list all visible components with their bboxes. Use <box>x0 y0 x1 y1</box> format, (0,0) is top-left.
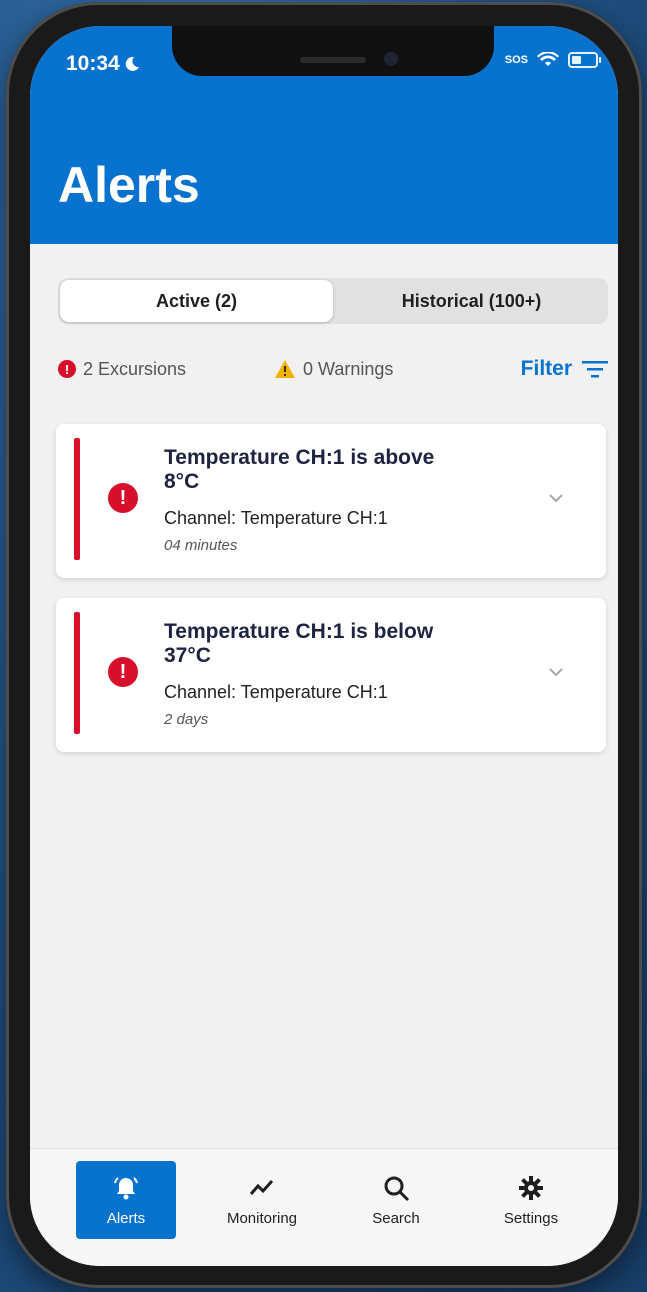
tab-historical[interactable]: Historical (100+) <box>335 278 608 324</box>
alert-tabs: Active (2) Historical (100+) <box>58 278 608 324</box>
gear-icon <box>519 1175 543 1200</box>
alert-card[interactable]: ! Temperature CH:1 is above 8°C Channel:… <box>56 424 606 578</box>
bell-icon <box>114 1176 138 1199</box>
battery-icon <box>568 52 601 68</box>
sos-indicator: SOS <box>504 54 528 66</box>
nav-search-label: Search <box>372 1209 420 1227</box>
nav-settings[interactable]: Settings <box>481 1161 581 1239</box>
severity-bar <box>74 438 80 560</box>
camera <box>384 52 398 66</box>
notch <box>172 26 494 76</box>
alert-list: ! Temperature CH:1 is above 8°C Channel:… <box>56 424 606 772</box>
wifi-icon <box>537 52 559 66</box>
alert-title: Temperature CH:1 is below 37°C <box>164 620 434 667</box>
warning-icon <box>275 360 296 378</box>
filter-label: Filter <box>520 357 572 380</box>
status-indicators: SOS <box>504 52 601 68</box>
search-icon <box>384 1176 410 1201</box>
chevron-down-icon[interactable] <box>548 664 564 680</box>
alert-title: Temperature CH:1 is above 8°C <box>164 446 435 493</box>
phone-frame: 10:34 SOS Alerts Active (2) Historical (… <box>6 2 642 1288</box>
alert-time: 2 days <box>164 711 209 728</box>
alert-time: 04 minutes <box>164 537 238 554</box>
chevron-down-icon[interactable] <box>548 490 564 506</box>
excursion-icon: ! <box>108 657 138 687</box>
moon-icon <box>125 56 139 71</box>
filter-icon <box>582 361 608 378</box>
nav-monitoring-label: Monitoring <box>226 1209 298 1227</box>
alert-summary: ! 2 Excursions 0 Warnings Filter <box>58 354 608 384</box>
page-title: Alerts <box>58 157 200 213</box>
header: 10:34 SOS Alerts <box>30 26 618 244</box>
excursion-icon: ! <box>108 483 138 513</box>
nav-alerts-label: Alerts <box>106 1209 146 1227</box>
status-time-label: 10:34 <box>66 52 120 75</box>
bottom-nav: Alerts Monitoring Search Settings <box>30 1148 618 1266</box>
excursion-icon: ! <box>58 360 76 378</box>
excursions-label: 2 Excursions <box>83 358 187 379</box>
tab-active[interactable]: Active (2) <box>60 280 333 322</box>
nav-settings-label: Settings <box>503 1209 559 1227</box>
nav-monitoring[interactable]: Monitoring <box>212 1161 312 1239</box>
alert-card[interactable]: ! Temperature CH:1 is below 37°C Channel… <box>56 598 606 752</box>
status-time: 10:34 <box>66 52 140 76</box>
trend-icon <box>249 1179 274 1195</box>
excursions-count: ! 2 Excursions <box>58 359 186 380</box>
warnings-count: 0 Warnings <box>274 359 393 380</box>
app-screen: 10:34 SOS Alerts Active (2) Historical (… <box>30 26 618 1266</box>
warnings-label: 0 Warnings <box>303 358 394 379</box>
speaker <box>300 57 366 63</box>
nav-search[interactable]: Search <box>346 1161 446 1239</box>
filter-button[interactable]: Filter <box>521 357 608 381</box>
severity-bar <box>74 612 80 734</box>
alert-channel: Channel: Temperature CH:1 <box>164 508 388 528</box>
nav-alerts[interactable]: Alerts <box>76 1161 176 1239</box>
alert-channel: Channel: Temperature CH:1 <box>164 682 388 702</box>
